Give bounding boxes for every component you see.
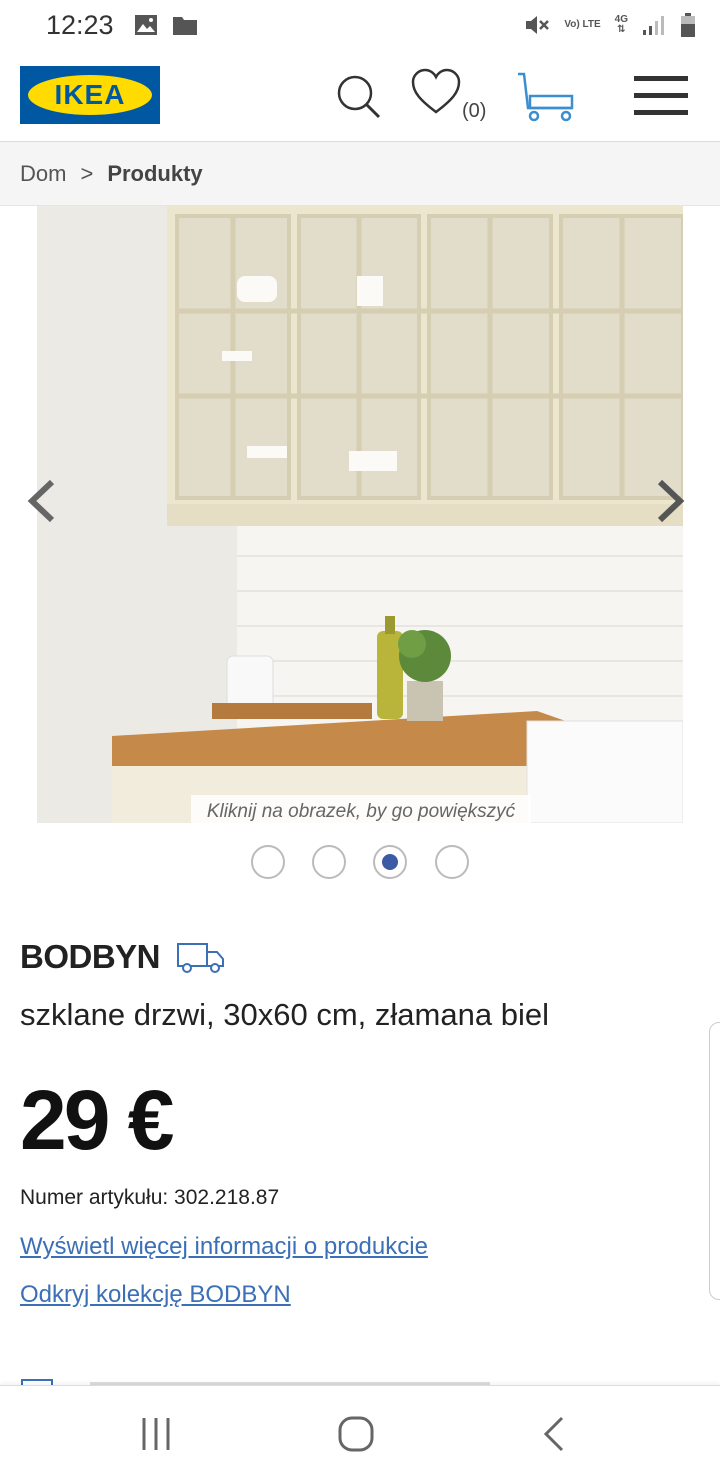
search-icon[interactable] — [334, 72, 382, 120]
prev-image-arrow[interactable] — [24, 476, 60, 526]
battery-icon — [681, 13, 695, 37]
status-time: 12:23 — [46, 9, 114, 40]
back-icon[interactable] — [536, 1414, 576, 1454]
cutoff-content — [20, 1372, 700, 1386]
logo-text: IKEA — [54, 79, 126, 110]
next-image-arrow[interactable] — [652, 476, 688, 526]
more-info-link[interactable]: Wyświetl więcej informacji o produkcie — [20, 1233, 428, 1261]
breadcrumb: Dom > Produkty — [0, 142, 720, 206]
product-name: BODBYN — [20, 938, 161, 975]
carousel-dot-3[interactable] — [373, 845, 407, 879]
system-nav-bar — [0, 1385, 720, 1480]
carousel-dots — [0, 845, 720, 881]
ikea-logo[interactable]: IKEA — [20, 66, 160, 124]
logo-oval: IKEA — [28, 75, 152, 115]
network-gen-indicator: 4G ⇅ — [614, 14, 628, 35]
product-image[interactable] — [37, 206, 683, 823]
folder-notification-icon — [172, 17, 197, 35]
collection-link[interactable]: Odkryj kolekcję BODBYN — [20, 1281, 291, 1309]
article-number: Numer artykułu: 302.218.87 — [20, 1186, 280, 1209]
status-bar: 12:23 Vo) LTE 4G ⇅ — [0, 0, 720, 50]
carousel-dot-4[interactable] — [435, 845, 469, 879]
volte-indicator: Vo) LTE — [564, 19, 601, 30]
site-header: IKEA (0) — [0, 50, 720, 142]
kitchen-photo-illustration — [37, 206, 683, 823]
image-notification-icon — [134, 15, 157, 35]
delivery-truck-icon — [177, 943, 225, 973]
recent-apps-icon[interactable] — [136, 1414, 176, 1454]
product-description: szklane drzwi, 30x60 cm, złamana biel — [20, 997, 549, 1032]
mute-icon — [526, 16, 550, 34]
carousel-dot-2[interactable] — [312, 845, 346, 879]
product-gallery: Kliknij na obrazek, by go powiększyć — [0, 206, 720, 829]
menu-icon[interactable] — [634, 74, 688, 118]
carousel-dot-1[interactable] — [251, 845, 285, 879]
breadcrumb-current[interactable]: Produkty — [107, 161, 202, 187]
breadcrumb-home[interactable]: Dom — [20, 161, 66, 187]
cart-icon[interactable] — [514, 70, 576, 126]
signal-icon — [643, 16, 664, 35]
home-icon[interactable] — [336, 1414, 376, 1454]
edge-panel-handle[interactable] — [709, 1022, 720, 1300]
heart-icon[interactable] — [410, 68, 462, 116]
zoom-hint[interactable]: Kliknij na obrazek, by go powiększyć — [191, 795, 531, 829]
product-price: 29 € — [20, 1073, 174, 1167]
breadcrumb-separator: > — [80, 160, 94, 186]
product-name-row: BODBYN — [20, 938, 226, 976]
wishlist-count: (0) — [462, 100, 487, 122]
